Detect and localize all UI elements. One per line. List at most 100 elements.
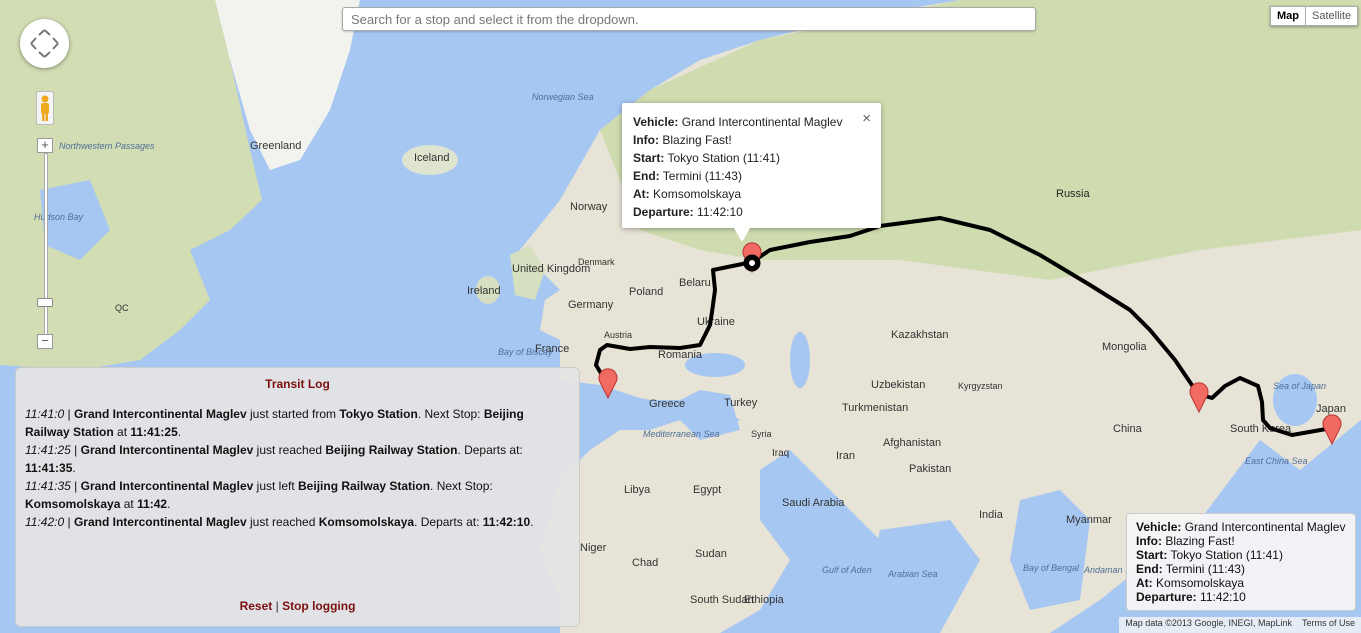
log-sep: | bbox=[70, 443, 81, 457]
info-info-label: Info: bbox=[633, 133, 659, 147]
log-vehicle: Grand Intercontinental Maglev bbox=[73, 407, 247, 421]
log-text: . bbox=[530, 515, 534, 529]
transit-log-entries: 11:41:0 | Grand Intercontinental Maglev … bbox=[25, 405, 569, 531]
caspian-water bbox=[790, 332, 810, 388]
info-start-label: Start: bbox=[633, 151, 665, 165]
zoom-slider-track[interactable] bbox=[44, 153, 48, 335]
stop-logging-link[interactable]: Stop logging bbox=[282, 599, 355, 613]
label-pakistan: Pakistan bbox=[909, 463, 951, 475]
info-info-value: Blazing Fast! bbox=[662, 133, 732, 147]
info-vehicle-label: Vehicle: bbox=[633, 115, 679, 129]
label-norway: Norway bbox=[570, 201, 608, 213]
street-view-pegman[interactable] bbox=[36, 91, 54, 125]
status-departure-value: 11:42:10 bbox=[1200, 590, 1246, 604]
vehicle-status-panel: Vehicle: Grand Intercontinental Maglev I… bbox=[1126, 513, 1356, 611]
stop-search-input[interactable] bbox=[342, 7, 1036, 31]
status-vehicle-row: Vehicle: Grand Intercontinental Maglev bbox=[1136, 520, 1346, 534]
log-vehicle: Grand Intercontinental Maglev bbox=[80, 443, 254, 457]
info-end-value: Termini (11:43) bbox=[662, 169, 742, 183]
info-info-row: Info: Blazing Fast! bbox=[633, 131, 870, 149]
map-type-satellite-button[interactable]: Satellite bbox=[1306, 6, 1359, 26]
log-at-time: 11:42:10 bbox=[482, 515, 531, 529]
label-libya: Libya bbox=[624, 484, 651, 496]
label-mongolia: Mongolia bbox=[1102, 341, 1148, 353]
label-sudan: Sudan bbox=[695, 548, 727, 560]
status-end-label: End: bbox=[1136, 562, 1163, 576]
label-iraq: Iraq bbox=[772, 448, 789, 459]
label-india: India bbox=[979, 509, 1004, 521]
status-info-row: Info: Blazing Fast! bbox=[1136, 534, 1346, 548]
log-text: just left bbox=[253, 479, 299, 493]
log-next-stop: Komsomolskaya bbox=[25, 497, 121, 511]
log-text: . Next Stop: bbox=[430, 479, 493, 493]
label-saudi-arabia: Saudi Arabia bbox=[782, 497, 845, 509]
log-time: 11:41:0 bbox=[25, 407, 65, 421]
map-attribution: Map data ©2013 Google, INEGI, MapLink Te… bbox=[1119, 617, 1361, 633]
label-kazakhstan: Kazakhstan bbox=[891, 329, 948, 341]
log-at-time: 11:41:25 bbox=[130, 425, 178, 439]
info-vehicle-value: Grand Intercontinental Maglev bbox=[681, 115, 843, 129]
label-gulf-of-aden: Gulf of Aden bbox=[822, 565, 872, 575]
log-time: 11:41:35 bbox=[25, 479, 71, 493]
label-russia: Russia bbox=[1056, 188, 1091, 200]
label-uzbekistan: Uzbekistan bbox=[871, 379, 925, 391]
log-vehicle: Grand Intercontinental Maglev bbox=[80, 479, 254, 493]
log-stop: Beijing Railway Station bbox=[325, 443, 458, 457]
vehicle-position-dot bbox=[749, 260, 755, 266]
status-departure-label: Departure: bbox=[1136, 590, 1197, 604]
label-mediterranean-sea: Mediterranean Sea bbox=[643, 429, 720, 439]
log-at-time: 11:41:35 bbox=[25, 461, 73, 475]
pan-control[interactable] bbox=[20, 19, 69, 68]
terms-of-use-link[interactable]: Terms of Use bbox=[1302, 618, 1355, 632]
map-data-credit: Map data ©2013 Google, INEGI, MapLink bbox=[1125, 618, 1292, 628]
label-belarus: Belaru bbox=[679, 277, 711, 289]
reset-link[interactable]: Reset bbox=[240, 599, 273, 613]
info-end-label: End: bbox=[633, 169, 660, 183]
map-type-map-button[interactable]: Map bbox=[1270, 6, 1306, 26]
status-at-row: At: Komsomolskaya bbox=[1136, 576, 1346, 590]
label-hudson-bay: Hudson Bay bbox=[34, 212, 84, 222]
info-at-value: Komsomolskaya bbox=[653, 187, 742, 201]
label-turkmenistan: Turkmenistan bbox=[842, 402, 908, 414]
status-start-value: Tokyo Station (11:41) bbox=[1170, 548, 1283, 562]
status-vehicle-value: Grand Intercontinental Maglev bbox=[1184, 520, 1346, 534]
log-text: . Next Stop: bbox=[417, 407, 484, 421]
status-departure-row: Departure: 11:42:10 bbox=[1136, 590, 1346, 604]
log-text: just reached bbox=[253, 443, 326, 457]
label-germany: Germany bbox=[568, 299, 614, 311]
info-departure-label: Departure: bbox=[633, 205, 694, 219]
label-greenland: Greenland bbox=[250, 140, 301, 152]
log-text: . bbox=[167, 497, 171, 511]
log-sep: | bbox=[70, 479, 81, 493]
info-start-value: Tokyo Station (11:41) bbox=[667, 151, 780, 165]
close-icon[interactable]: × bbox=[862, 111, 871, 126]
log-entry: 11:41:25 | Grand Intercontinental Maglev… bbox=[25, 441, 569, 477]
zoom-slider-thumb[interactable] bbox=[37, 298, 53, 307]
zoom-in-button[interactable]: + bbox=[37, 138, 53, 153]
label-qc: QC bbox=[115, 303, 129, 313]
map-type-control: Map Satellite bbox=[1270, 6, 1359, 26]
label-afghanistan: Afghanistan bbox=[883, 437, 941, 449]
info-at-row: At: Komsomolskaya bbox=[633, 185, 870, 203]
info-vehicle-row: Vehicle: Grand Intercontinental Maglev bbox=[633, 113, 870, 131]
status-end-row: End: Termini (11:43) bbox=[1136, 562, 1346, 576]
info-window-tail bbox=[734, 228, 750, 242]
label-south-sudan: South Sudan bbox=[690, 594, 754, 606]
transit-log-title: Transit Log bbox=[265, 377, 330, 391]
log-text: . Departs at: bbox=[457, 443, 523, 457]
label-kyrgyzstan: Kyrgyzstan bbox=[958, 381, 1003, 391]
label-east-china-sea: East China Sea bbox=[1245, 456, 1308, 466]
log-stop: Beijing Railway Station bbox=[298, 479, 431, 493]
info-departure-value: 11:42:10 bbox=[697, 205, 743, 219]
status-info-value: Blazing Fast! bbox=[1165, 534, 1235, 548]
label-greece: Greece bbox=[649, 398, 685, 410]
log-entry: 11:42:0 | Grand Intercontinental Maglev … bbox=[25, 513, 569, 531]
info-departure-row: Departure: 11:42:10 bbox=[633, 203, 870, 221]
label-niger: Niger bbox=[580, 542, 607, 554]
label-austria: Austria bbox=[604, 330, 632, 340]
log-vehicle: Grand Intercontinental Maglev bbox=[73, 515, 247, 529]
label-egypt: Egypt bbox=[693, 484, 721, 496]
log-time: 11:41:25 bbox=[25, 443, 71, 457]
zoom-out-button[interactable]: − bbox=[37, 334, 53, 349]
label-iceland: Iceland bbox=[414, 152, 449, 164]
